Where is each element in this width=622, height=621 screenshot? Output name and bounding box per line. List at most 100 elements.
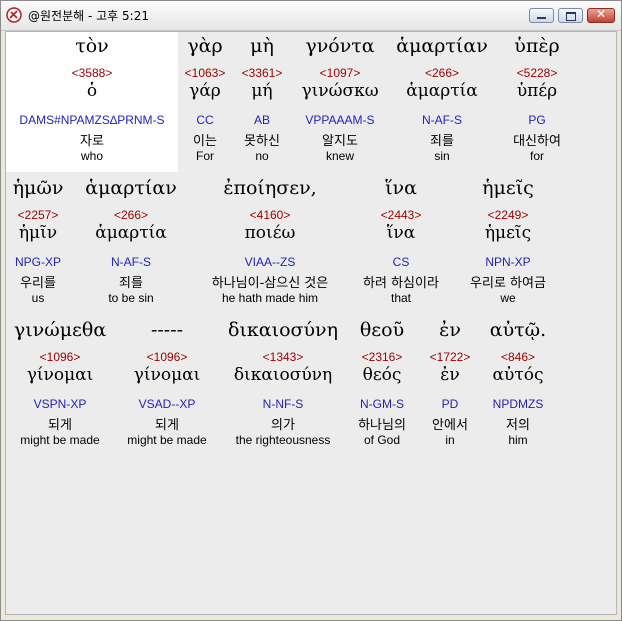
parsing-code[interactable]: CS bbox=[350, 255, 452, 269]
strong-number[interactable]: <1097> bbox=[292, 66, 388, 80]
word-cell[interactable]: γινώμεθα <1096> γίνομαι VSPN-XP 되게 might… bbox=[6, 316, 114, 456]
korean-gloss: 되게 bbox=[48, 418, 72, 433]
lemma: ποιέω bbox=[244, 223, 296, 243]
parsing-code[interactable]: CC bbox=[178, 113, 232, 127]
english-gloss: us bbox=[31, 291, 45, 305]
english-gloss: the righteousness bbox=[235, 433, 331, 447]
parsing-code[interactable]: AB bbox=[234, 113, 290, 127]
english-gloss: in bbox=[445, 433, 455, 447]
word-cell[interactable]: θεοῦ <2316> θεός N-GM-S 하나님의 of God bbox=[348, 316, 416, 456]
parsing-code[interactable]: VSAD--XP bbox=[116, 397, 218, 411]
english-gloss: we bbox=[500, 291, 516, 305]
strong-number[interactable]: <4160> bbox=[192, 208, 348, 222]
strong-number[interactable]: <1096> bbox=[116, 350, 218, 364]
parsing-code[interactable]: N-AF-S bbox=[390, 113, 494, 127]
word-cell[interactable]: αὐτῷ. <846> αὐτός NPDMZS 저의 him bbox=[484, 316, 552, 456]
main-window: @원전분해 - 고후 5:21 ✕ τὸν <3588> ὁ DAMS#NPAM… bbox=[0, 0, 622, 621]
greek-word: γὰρ bbox=[187, 35, 223, 57]
lemma: ὁ bbox=[86, 81, 98, 101]
greek-word: ----- bbox=[150, 319, 184, 341]
strong-number[interactable]: <2257> bbox=[6, 208, 70, 222]
word-cell[interactable]: ὑπὲρ <5228> ὑπέρ PG 대신하여 for bbox=[496, 32, 578, 172]
strong-number[interactable]: <2443> bbox=[350, 208, 452, 222]
greek-word: ἁμαρτίαν bbox=[396, 35, 488, 57]
korean-gloss: 우리로 하여금 bbox=[470, 276, 546, 291]
greek-word: ὑπὲρ bbox=[514, 35, 560, 57]
word-cell[interactable]: ἁμαρτίαν <266> ἁμαρτία N-AF-S 죄를 sin bbox=[390, 32, 494, 172]
strong-number[interactable]: <3361> bbox=[234, 66, 290, 80]
parsing-code[interactable]: N-GM-S bbox=[348, 397, 416, 411]
parsing-code[interactable]: PG bbox=[496, 113, 578, 127]
korean-gloss: 안에서 bbox=[432, 418, 468, 433]
word-cell[interactable]: μὴ <3361> μή AB 못하신 no bbox=[234, 32, 290, 172]
greek-word: ἵνα bbox=[385, 177, 417, 199]
parsing-code[interactable]: N-NF-S bbox=[220, 397, 346, 411]
app-logo-icon[interactable] bbox=[6, 7, 22, 23]
strong-number[interactable]: <1063> bbox=[178, 66, 232, 80]
minimize-button[interactable] bbox=[529, 8, 554, 23]
close-icon: ✕ bbox=[595, 7, 607, 21]
window-title: @원전분해 - 고후 5:21 bbox=[28, 9, 149, 23]
korean-gloss: 못하신 bbox=[244, 134, 280, 149]
word-cell[interactable]: γὰρ <1063> γάρ CC 이는 For bbox=[178, 32, 232, 172]
word-cell[interactable]: ----- <1096> γίνομαι VSAD--XP 되게 might b… bbox=[116, 316, 218, 456]
korean-gloss: 하나님의 bbox=[358, 418, 406, 433]
greek-word: γνόντα bbox=[305, 35, 375, 57]
close-button[interactable]: ✕ bbox=[587, 7, 615, 23]
korean-gloss: 우리를 bbox=[20, 276, 56, 291]
parsing-code[interactable]: VIAA--ZS bbox=[192, 255, 348, 269]
parsing-code[interactable]: NPN-XP bbox=[454, 255, 562, 269]
parsing-code[interactable]: VSPN-XP bbox=[6, 397, 114, 411]
korean-gloss: 되게 bbox=[155, 418, 179, 433]
strong-number[interactable]: <1722> bbox=[418, 350, 482, 364]
word-cell[interactable]: ἁμαρτίαν <266> ἁμαρτία N-AF-S 죄를 to be s… bbox=[72, 174, 190, 314]
english-gloss: for bbox=[529, 149, 544, 163]
parsing-code[interactable]: PD bbox=[418, 397, 482, 411]
word-cell[interactable]: τὸν <3588> ὁ DAMS#NPAMZS∆PRNM-S 자로 who bbox=[6, 32, 178, 172]
maximize-button[interactable] bbox=[558, 8, 583, 23]
strong-number[interactable]: <266> bbox=[390, 66, 494, 80]
english-gloss: that bbox=[390, 291, 411, 305]
english-gloss: no bbox=[255, 149, 269, 163]
parsing-code[interactable]: NPG-XP bbox=[6, 255, 70, 269]
lemma: ἡμεῖς bbox=[484, 223, 532, 243]
parsing-code[interactable]: DAMS#NPAMZS∆PRNM-S bbox=[6, 113, 178, 127]
strong-number[interactable]: <1343> bbox=[220, 350, 346, 364]
korean-gloss: 알지도 bbox=[322, 134, 358, 149]
maximize-icon bbox=[566, 12, 576, 21]
lemma: δικαιοσύνη bbox=[233, 365, 333, 385]
strong-number[interactable]: <5228> bbox=[496, 66, 578, 80]
strong-number[interactable]: <2316> bbox=[348, 350, 416, 364]
word-cell[interactable]: ἡμεῖς <2249> ἡμεῖς NPN-XP 우리로 하여금 we bbox=[454, 174, 562, 314]
strong-number[interactable]: <3588> bbox=[6, 66, 178, 80]
parsing-code[interactable]: N-AF-S bbox=[72, 255, 190, 269]
strong-number[interactable]: <1096> bbox=[6, 350, 114, 364]
lemma: μή bbox=[251, 81, 273, 101]
word-cell[interactable]: ἐν <1722> ἐν PD 안에서 in bbox=[418, 316, 482, 456]
word-cell[interactable]: ἵνα <2443> ἵνα CS 하려 하심이라 that bbox=[350, 174, 452, 314]
interlinear-panel[interactable]: τὸν <3588> ὁ DAMS#NPAMZS∆PRNM-S 자로 who γ… bbox=[5, 31, 617, 615]
strong-number[interactable]: <266> bbox=[72, 208, 190, 222]
korean-gloss: 대신하여 bbox=[513, 134, 561, 149]
greek-word: μὴ bbox=[250, 35, 274, 57]
parsing-code[interactable]: NPDMZS bbox=[484, 397, 552, 411]
lemma: γάρ bbox=[189, 81, 221, 101]
english-gloss: knew bbox=[325, 149, 354, 163]
english-gloss: him bbox=[508, 433, 528, 447]
strong-number[interactable]: <846> bbox=[484, 350, 552, 364]
strong-number[interactable]: <2249> bbox=[454, 208, 562, 222]
greek-word: αὐτῷ. bbox=[489, 319, 547, 341]
title-bar[interactable]: @원전분해 - 고후 5:21 ✕ bbox=[1, 1, 621, 31]
lemma: ὑπέρ bbox=[516, 81, 558, 101]
parsing-code[interactable]: VPPAAAM-S bbox=[292, 113, 388, 127]
english-gloss: might be made bbox=[20, 433, 100, 447]
word-cell[interactable]: δικαιοσύνη <1343> δικαιοσύνη N-NF-S 의가 t… bbox=[220, 316, 346, 456]
word-cell[interactable]: ἐποίησεν, <4160> ποιέω VIAA--ZS 하나님이-삼으신… bbox=[192, 174, 348, 314]
lemma: ἁμαρτία bbox=[406, 81, 478, 101]
lemma: γίνομαι bbox=[133, 365, 201, 385]
greek-word: τὸν bbox=[75, 35, 109, 57]
word-cell[interactable]: γνόντα <1097> γινώσκω VPPAAAM-S 알지도 knew bbox=[292, 32, 388, 172]
english-gloss: to be sin bbox=[108, 291, 154, 305]
lemma: ἡμῖν bbox=[18, 223, 58, 243]
word-cell[interactable]: ἡμῶν <2257> ἡμῖν NPG-XP 우리를 us bbox=[6, 174, 70, 314]
